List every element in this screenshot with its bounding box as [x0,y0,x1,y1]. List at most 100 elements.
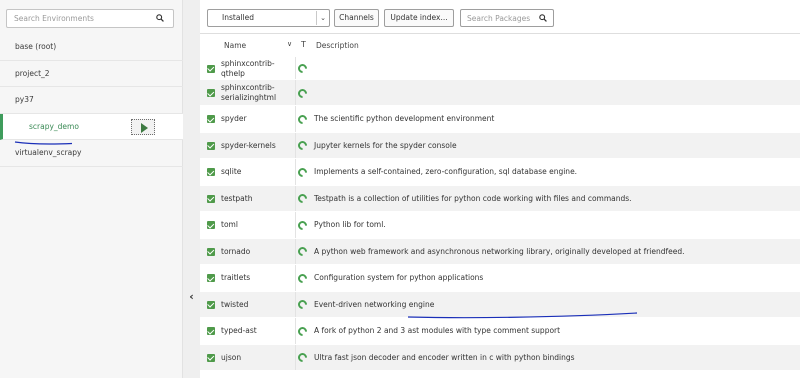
package-filter-select[interactable]: Installed ⌄ [207,9,330,27]
package-search-input[interactable] [461,10,535,26]
package-name: toml [221,220,238,230]
column-divider [295,212,296,238]
environment-search-input[interactable] [7,10,152,27]
package-description: The scientific python development enviro… [314,114,495,124]
package-name: ujson [221,352,242,362]
status-installed-icon[interactable] [296,271,309,285]
channels-button[interactable]: Channels [334,9,379,27]
column-divider [295,80,296,105]
table-row[interactable]: ujson Ultra fast json decoder and encoder… [200,344,800,371]
checkbox-checked-icon[interactable] [207,89,215,97]
column-divider [295,265,296,291]
table-row[interactable]: toml Python lib for toml. [200,212,800,239]
status-installed-icon[interactable] [296,139,309,153]
column-divider [295,344,296,370]
status-installed-icon[interactable] [296,62,309,75]
status-installed-icon[interactable] [296,165,309,179]
packages-panel: Installed ⌄ Channels Update index... Nam… [200,0,800,378]
checkbox-checked-icon[interactable] [207,274,215,283]
package-name: sphinxcontrib-qthelp [221,58,275,78]
package-name: spyder [221,114,247,124]
checkbox-checked-icon[interactable] [207,327,215,336]
column-header-type[interactable]: T [301,40,306,49]
package-name: typed-ast [221,326,257,336]
table-row[interactable]: tornado A python web framework and asynch… [200,238,800,265]
checkbox-checked-icon[interactable] [207,168,215,177]
update-index-button[interactable]: Update index... [384,9,454,27]
environment-label: base (root) [15,42,57,51]
environment-item-py37[interactable]: py37 [0,87,183,114]
panel-collapse-strip: ‹ [183,0,200,378]
status-installed-icon[interactable] [296,324,309,338]
environment-label: virtualenv_scrapy [15,148,82,157]
checkbox-checked-icon[interactable] [207,221,215,230]
table-row[interactable]: typed-ast A fork of python 2 and 3 ast mo… [200,318,800,345]
dropdown-arrow-icon[interactable]: ⌄ [316,11,329,25]
checkbox-checked-icon[interactable] [207,64,215,73]
column-divider [295,159,296,185]
play-icon [141,122,148,133]
package-description: Configuration system for python applicat… [314,273,484,283]
column-header-description[interactable]: Description [316,41,359,50]
table-row[interactable]: traitlets Configuration system for python… [200,265,800,292]
package-description: Implements a self-contained, zero-config… [314,167,578,177]
table-row[interactable]: sphinxcontrib-qthelp [200,57,800,80]
status-installed-icon[interactable] [296,192,309,206]
environment-item-scrapy-demo[interactable]: scrapy_demo [0,113,183,140]
checkbox-checked-icon[interactable] [207,300,215,309]
environment-label: project_2 [15,68,50,78]
column-divider [295,57,296,79]
status-installed-icon[interactable] [296,86,309,100]
environment-label: scrapy_demo [29,121,79,131]
table-row[interactable]: testpath Testpath is a collection of util… [200,185,800,212]
package-table: sphinxcontrib-qthelp sphinxcontrib-serial… [200,57,800,371]
column-header-name[interactable]: Name [224,41,246,50]
package-name: testpath [221,193,253,203]
status-installed-icon[interactable] [296,351,309,365]
status-installed-icon[interactable] [296,112,309,126]
package-name: twisted [221,299,249,309]
packages-toolbar: Installed ⌄ Channels Update index... [200,0,800,34]
checkbox-checked-icon[interactable] [207,115,215,124]
package-description: A python web framework and asynchronous … [314,246,685,256]
package-name: sqlite [221,167,242,177]
environment-item-project-2[interactable]: project_2 [0,61,183,87]
run-environment-button[interactable] [131,118,155,135]
package-description: A fork of python 2 and 3 ast modules wit… [314,326,561,336]
package-name: sphinxcontrib-serializinghtml [221,83,277,102]
package-name: spyder-kernels [221,140,276,150]
environment-search-box[interactable] [6,9,174,28]
hand-drawn-underline [407,312,638,319]
column-divider [295,106,296,132]
package-name: traitlets [221,273,251,283]
checkbox-checked-icon[interactable] [207,247,215,256]
table-row[interactable]: sqlite Implements a self-contained, zero-… [200,159,800,186]
package-description: Ultra fast json decoder and encoder writ… [314,352,575,362]
chevron-left-icon[interactable]: ‹ [186,290,197,304]
package-description: Testpath is a collection of utilities fo… [314,193,632,203]
column-divider [295,238,296,264]
package-name: tornado [221,246,251,256]
status-installed-icon[interactable] [296,298,309,312]
environment-item-base-root[interactable]: base (root) [0,34,183,61]
search-icon[interactable] [156,14,164,22]
checkbox-checked-icon[interactable] [207,353,215,362]
search-icon[interactable] [539,14,547,22]
column-divider [295,185,296,211]
table-row[interactable]: sphinxcontrib-serializinghtml [200,80,800,106]
package-search-box[interactable] [460,9,554,27]
column-divider [295,291,296,317]
status-installed-icon[interactable] [296,245,309,259]
sort-chevron-icon[interactable]: ∨ [287,40,292,48]
status-installed-icon[interactable] [296,218,309,232]
environment-label: py37 [15,95,34,104]
column-divider [295,318,296,344]
table-row[interactable]: spyder The scientific python development … [200,106,800,133]
table-row[interactable]: spyder-kernels Jupyter kernels for the sp… [200,132,800,159]
column-divider [295,132,296,158]
checkbox-checked-icon[interactable] [207,141,215,150]
package-description: Event-driven networking engine [314,299,435,309]
checkbox-checked-icon[interactable] [207,194,215,203]
package-filter-value: Installed [222,13,254,22]
package-description: Python lib for toml. [314,220,386,230]
